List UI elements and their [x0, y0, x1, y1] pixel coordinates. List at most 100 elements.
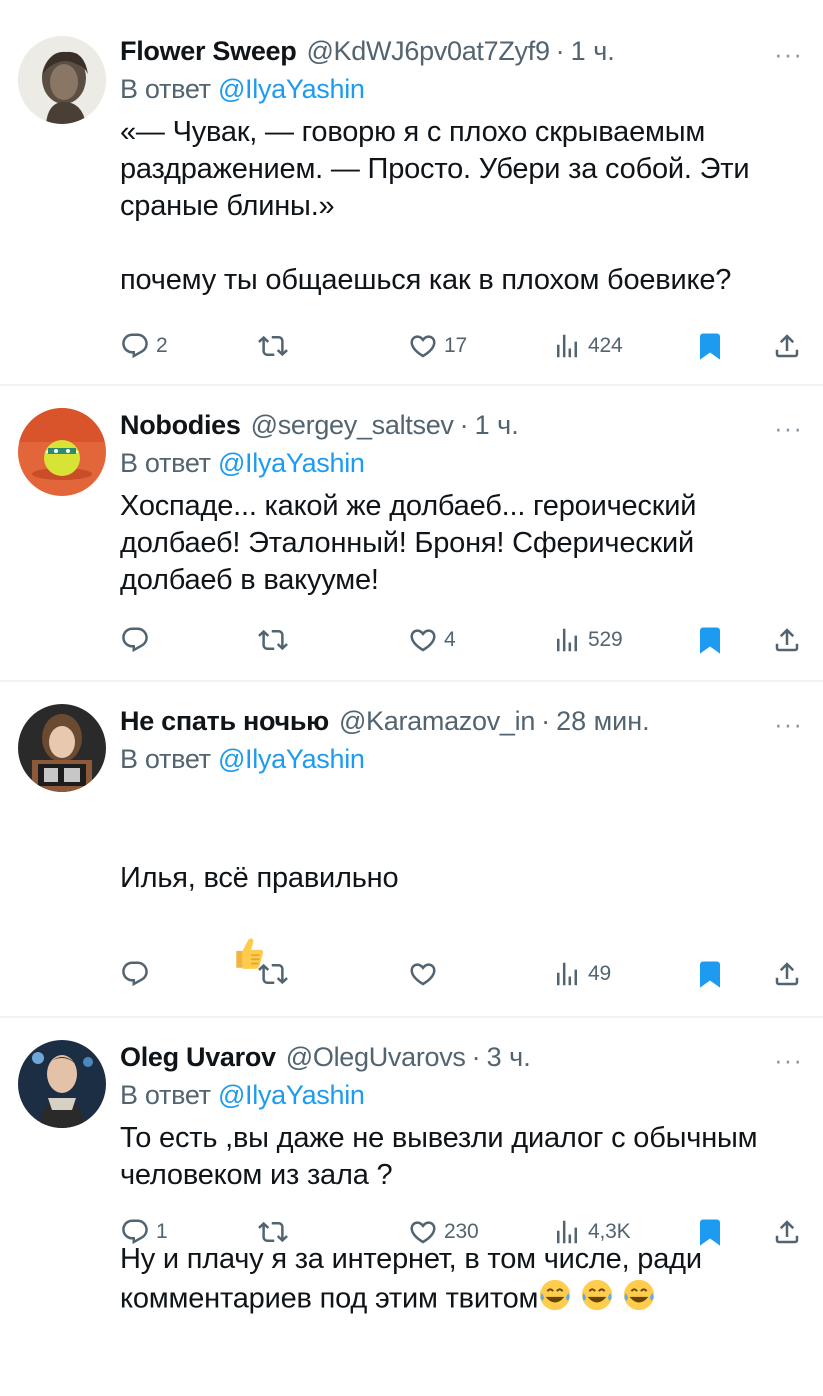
retweet-button[interactable]	[258, 1212, 288, 1252]
reply-count: 1	[156, 1220, 168, 1243]
reply-mention-link[interactable]: @IlyaYashin	[218, 744, 365, 774]
reply-icon	[120, 331, 150, 361]
views-icon	[552, 625, 582, 655]
tweet-text: «— Чувак, — говорю я с плохо скрываемым …	[120, 116, 750, 296]
reply-button[interactable]	[120, 954, 150, 994]
reply-context: В ответ @IlyaYashin	[120, 742, 805, 776]
view-count: 529	[588, 628, 623, 651]
like-button[interactable]	[408, 954, 438, 994]
timestamp[interactable]: 1 ч.	[475, 408, 519, 442]
reply-button[interactable]: 1	[120, 1212, 168, 1252]
reply-mention-link[interactable]: @IlyaYashin	[218, 1080, 365, 1110]
share-button[interactable]	[772, 1212, 802, 1252]
bookmark-button[interactable]	[695, 1212, 725, 1252]
views-icon	[552, 331, 582, 361]
avatar[interactable]	[18, 1040, 106, 1128]
share-icon	[772, 331, 802, 361]
more-options-icon[interactable]: ···	[774, 711, 803, 737]
views-button[interactable]: 49	[552, 954, 611, 994]
timestamp[interactable]: 28 мин.	[556, 704, 650, 738]
more-options-icon[interactable]: ···	[774, 41, 803, 67]
like-button[interactable]: 17	[408, 326, 467, 366]
heart-icon	[408, 331, 438, 361]
avatar[interactable]	[18, 408, 106, 496]
tears-of-joy-emoji	[622, 1278, 656, 1322]
action-bar: 1 230 4,3K	[120, 1212, 805, 1252]
reply-prefix: В ответ	[120, 744, 211, 774]
share-button[interactable]	[772, 620, 802, 660]
reply-mention-link[interactable]: @IlyaYashin	[218, 448, 365, 478]
user-handle[interactable]: @sergey_saltsev	[251, 408, 454, 442]
view-count: 49	[588, 962, 611, 985]
tweet[interactable]: Oleg Uvarov @OlegUvarovs · 3 ч. ··· В от…	[0, 1018, 823, 1280]
views-button[interactable]: 424	[552, 326, 623, 366]
reply-button[interactable]	[120, 620, 150, 660]
display-name[interactable]: Oleg Uvarov	[120, 1040, 276, 1074]
retweet-icon	[258, 625, 288, 655]
reply-icon	[120, 625, 150, 655]
tears-of-joy-emoji	[538, 1278, 572, 1322]
reply-context: В ответ @IlyaYashin	[120, 1078, 805, 1112]
like-count: 230	[444, 1220, 479, 1243]
share-icon	[772, 959, 802, 989]
heart-icon	[408, 1217, 438, 1247]
action-bar: 49	[120, 954, 805, 994]
share-icon	[772, 625, 802, 655]
views-button[interactable]: 4,3K	[552, 1212, 631, 1252]
retweet-button[interactable]	[258, 326, 288, 366]
views-icon	[552, 959, 582, 989]
timestamp[interactable]: 3 ч.	[487, 1040, 531, 1074]
tweet[interactable]: Flower Sweep @KdWJ6pv0at7Zyf9 · 1 ч. ···…	[0, 0, 823, 386]
reply-button[interactable]: 2	[120, 326, 168, 366]
like-count: 17	[444, 334, 467, 357]
retweet-icon	[258, 1217, 288, 1247]
bookmark-button[interactable]	[695, 620, 725, 660]
retweet-button[interactable]	[258, 954, 288, 994]
view-count: 4,3K	[588, 1220, 631, 1243]
bookmark-button[interactable]	[695, 954, 725, 994]
share-button[interactable]	[772, 954, 802, 994]
action-bar: 4 529	[120, 620, 805, 660]
reply-context: В ответ @IlyaYashin	[120, 446, 805, 480]
views-button[interactable]: 529	[552, 620, 623, 660]
separator-dot: ·	[459, 410, 469, 440]
reply-context: В ответ @IlyaYashin	[120, 72, 805, 106]
retweet-icon	[258, 959, 288, 989]
tweet[interactable]: Не спать ночью @Karamazov_in · 28 мин. ·…	[0, 682, 823, 1315]
display-name[interactable]: Flower Sweep	[120, 34, 297, 68]
reply-prefix: В ответ	[120, 448, 211, 478]
retweet-icon	[258, 331, 288, 361]
view-count: 424	[588, 334, 623, 357]
display-name[interactable]: Nobodies	[120, 408, 241, 442]
bookmark-button[interactable]	[695, 326, 725, 366]
reply-prefix: В ответ	[120, 74, 211, 104]
separator-dot: ·	[541, 706, 551, 736]
reply-prefix: В ответ	[120, 1080, 211, 1110]
more-options-icon[interactable]: ···	[774, 415, 803, 441]
user-handle[interactable]: @OlegUvarovs	[286, 1040, 466, 1074]
tweet[interactable]: Nobodies @sergey_saltsev · 1 ч. ··· В от…	[0, 386, 823, 682]
display-name[interactable]: Не спать ночью	[120, 704, 329, 738]
like-button[interactable]: 4	[408, 620, 456, 660]
retweet-button[interactable]	[258, 620, 288, 660]
avatar[interactable]	[18, 704, 106, 792]
tweet-text: Хоспаде... какой же долбаеб... героическ…	[120, 490, 705, 596]
share-button[interactable]	[772, 326, 802, 366]
like-count: 4	[444, 628, 456, 651]
timestamp[interactable]: 1 ч.	[571, 34, 615, 68]
user-handle[interactable]: @Karamazov_in	[339, 704, 535, 738]
reply-count: 2	[156, 334, 168, 357]
bookmark-icon	[695, 1217, 725, 1247]
reply-icon	[120, 1217, 150, 1247]
reply-mention-link[interactable]: @IlyaYashin	[218, 74, 365, 104]
tears-of-joy-emoji	[580, 1278, 614, 1322]
views-icon	[552, 1217, 582, 1247]
avatar[interactable]	[18, 36, 106, 124]
more-options-icon[interactable]: ···	[774, 1047, 803, 1073]
separator-dot: ·	[555, 36, 565, 66]
user-handle[interactable]: @KdWJ6pv0at7Zyf9	[306, 34, 550, 68]
like-button[interactable]: 230	[408, 1212, 479, 1252]
tweet-text: То есть ,вы даже не вывезли диалог с обы…	[120, 1122, 766, 1191]
separator-dot: ·	[471, 1042, 481, 1072]
action-bar: 2 17 424	[120, 326, 805, 366]
